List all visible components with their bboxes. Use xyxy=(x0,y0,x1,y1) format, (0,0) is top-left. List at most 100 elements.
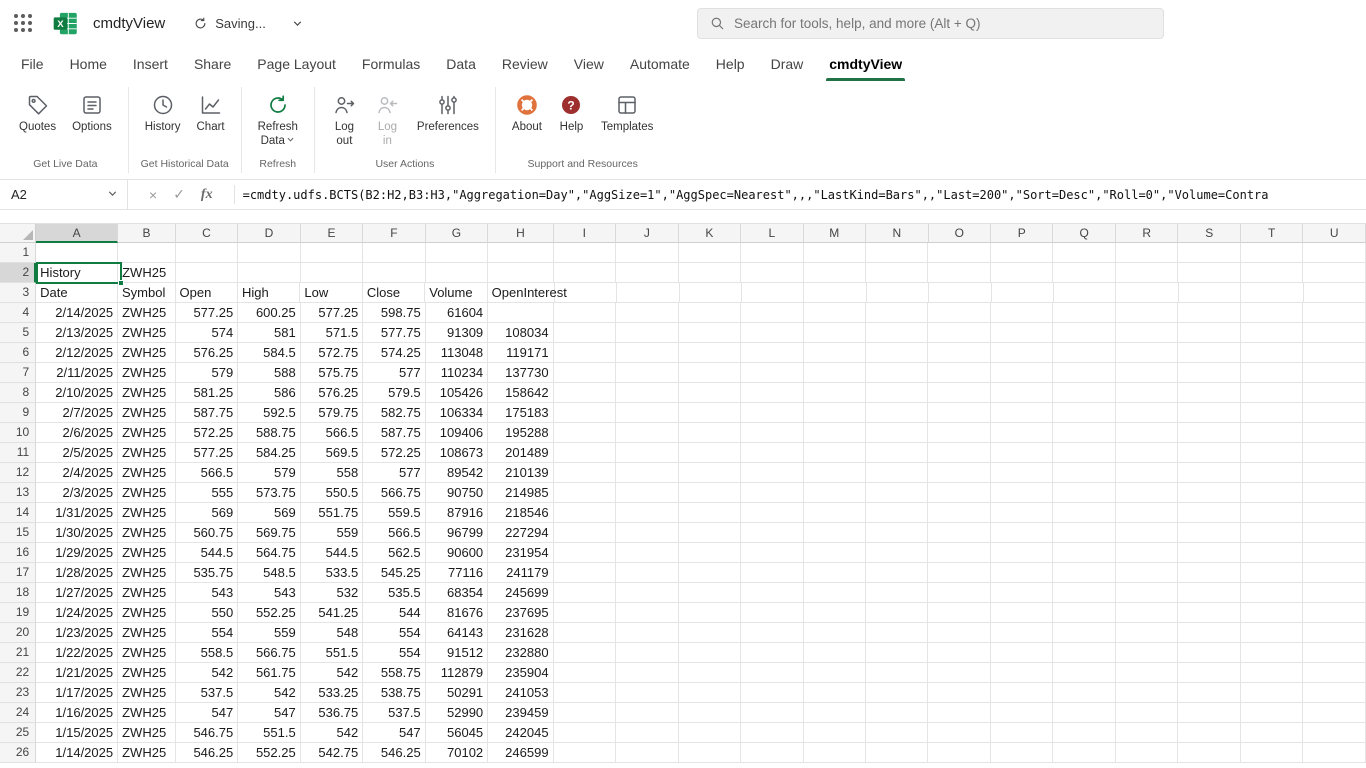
cell-K8[interactable] xyxy=(678,383,742,403)
cell-F7[interactable]: 577 xyxy=(363,363,426,383)
tab-formulas[interactable]: Formulas xyxy=(349,46,433,81)
cell-E20[interactable]: 548 xyxy=(300,623,364,643)
cell-Q3[interactable] xyxy=(1054,283,1117,303)
cell-B20[interactable]: ZWH25 xyxy=(118,623,176,643)
cell-I12[interactable] xyxy=(553,463,617,483)
cell-E1[interactable] xyxy=(300,243,364,263)
row-header-8[interactable]: 8 xyxy=(0,383,37,403)
cell-B3[interactable]: Symbol xyxy=(117,283,176,303)
cell-G20[interactable]: 64143 xyxy=(425,623,489,643)
cell-O13[interactable] xyxy=(928,483,991,503)
cell-A22[interactable]: 1/21/2025 xyxy=(36,663,119,683)
cell-O2[interactable] xyxy=(928,263,991,283)
cell-D6[interactable]: 584.5 xyxy=(238,343,301,363)
cell-N18[interactable] xyxy=(865,583,929,603)
cell-G7[interactable]: 110234 xyxy=(425,363,489,383)
cell-L1[interactable] xyxy=(741,243,804,263)
cell-Q9[interactable] xyxy=(1053,403,1116,423)
cell-H22[interactable]: 235904 xyxy=(488,663,554,683)
search-box[interactable] xyxy=(697,8,1164,39)
cell-F15[interactable]: 566.5 xyxy=(363,523,426,543)
cell-T1[interactable] xyxy=(1240,243,1304,263)
cell-H17[interactable]: 241179 xyxy=(488,563,554,583)
cell-H14[interactable]: 218546 xyxy=(488,503,554,523)
cell-K17[interactable] xyxy=(678,563,742,583)
column-header-T[interactable]: T xyxy=(1240,224,1304,243)
cell-P25[interactable] xyxy=(990,723,1054,743)
row-header-5[interactable]: 5 xyxy=(0,323,37,343)
cell-K9[interactable] xyxy=(678,403,742,423)
cell-G1[interactable] xyxy=(425,243,489,263)
cell-I7[interactable] xyxy=(553,363,617,383)
cell-G3[interactable]: Volume xyxy=(425,283,488,303)
cell-K25[interactable] xyxy=(678,723,742,743)
cell-G2[interactable] xyxy=(425,263,489,283)
cell-K23[interactable] xyxy=(678,683,742,703)
column-header-B[interactable]: B xyxy=(118,224,176,243)
cell-I21[interactable] xyxy=(553,643,617,663)
cell-G26[interactable]: 70102 xyxy=(425,743,489,763)
cell-S17[interactable] xyxy=(1178,563,1241,583)
cell-T13[interactable] xyxy=(1240,483,1304,503)
cell-O10[interactable] xyxy=(928,423,991,443)
cell-L21[interactable] xyxy=(741,643,804,663)
row-header-10[interactable]: 10 xyxy=(0,423,37,443)
cell-E4[interactable]: 577.25 xyxy=(300,303,364,323)
cell-T10[interactable] xyxy=(1240,423,1304,443)
cell-G25[interactable]: 56045 xyxy=(425,723,489,743)
cell-S1[interactable] xyxy=(1178,243,1241,263)
cell-A21[interactable]: 1/22/2025 xyxy=(36,643,119,663)
cell-M6[interactable] xyxy=(803,343,866,363)
cell-P26[interactable] xyxy=(990,743,1054,763)
cell-C2[interactable] xyxy=(175,263,239,283)
cell-I26[interactable] xyxy=(553,743,617,763)
cell-J6[interactable] xyxy=(616,343,679,363)
cell-R10[interactable] xyxy=(1115,423,1179,443)
cell-K3[interactable] xyxy=(679,283,742,303)
cell-M4[interactable] xyxy=(803,303,866,323)
cell-N15[interactable] xyxy=(865,523,929,543)
cell-R1[interactable] xyxy=(1115,243,1179,263)
cell-A25[interactable]: 1/15/2025 xyxy=(36,723,119,743)
cell-J23[interactable] xyxy=(616,683,679,703)
cell-G17[interactable]: 77116 xyxy=(425,563,489,583)
cell-D17[interactable]: 548.5 xyxy=(238,563,301,583)
cell-E18[interactable]: 532 xyxy=(300,583,364,603)
cell-O8[interactable] xyxy=(928,383,991,403)
cell-H2[interactable] xyxy=(488,263,554,283)
row-header-17[interactable]: 17 xyxy=(0,563,37,583)
row-header-12[interactable]: 12 xyxy=(0,463,37,483)
cell-C7[interactable]: 579 xyxy=(175,363,239,383)
cell-L17[interactable] xyxy=(741,563,804,583)
cell-P16[interactable] xyxy=(990,543,1054,563)
cell-B17[interactable]: ZWH25 xyxy=(118,563,176,583)
cell-L5[interactable] xyxy=(741,323,804,343)
cell-K20[interactable] xyxy=(678,623,742,643)
cell-O3[interactable] xyxy=(929,283,992,303)
cell-A12[interactable]: 2/4/2025 xyxy=(36,463,119,483)
cell-K12[interactable] xyxy=(678,463,742,483)
cell-B5[interactable]: ZWH25 xyxy=(118,323,176,343)
cell-H16[interactable]: 231954 xyxy=(488,543,554,563)
cell-J5[interactable] xyxy=(616,323,679,343)
cell-T19[interactable] xyxy=(1240,603,1304,623)
cell-C14[interactable]: 569 xyxy=(175,503,239,523)
cell-J24[interactable] xyxy=(616,703,679,723)
cell-E25[interactable]: 542 xyxy=(300,723,364,743)
cell-H20[interactable]: 231628 xyxy=(488,623,554,643)
cell-D14[interactable]: 569 xyxy=(238,503,301,523)
cell-Q23[interactable] xyxy=(1053,683,1116,703)
cell-J19[interactable] xyxy=(616,603,679,623)
cell-K18[interactable] xyxy=(678,583,742,603)
row-header-21[interactable]: 21 xyxy=(0,643,37,663)
cell-A14[interactable]: 1/31/2025 xyxy=(36,503,119,523)
cell-K14[interactable] xyxy=(678,503,742,523)
cell-M10[interactable] xyxy=(803,423,866,443)
cell-G19[interactable]: 81676 xyxy=(425,603,489,623)
cell-M25[interactable] xyxy=(803,723,866,743)
cell-P12[interactable] xyxy=(990,463,1054,483)
cell-L19[interactable] xyxy=(741,603,804,623)
cell-Q6[interactable] xyxy=(1053,343,1116,363)
row-header-24[interactable]: 24 xyxy=(0,703,37,723)
cell-O7[interactable] xyxy=(928,363,991,383)
